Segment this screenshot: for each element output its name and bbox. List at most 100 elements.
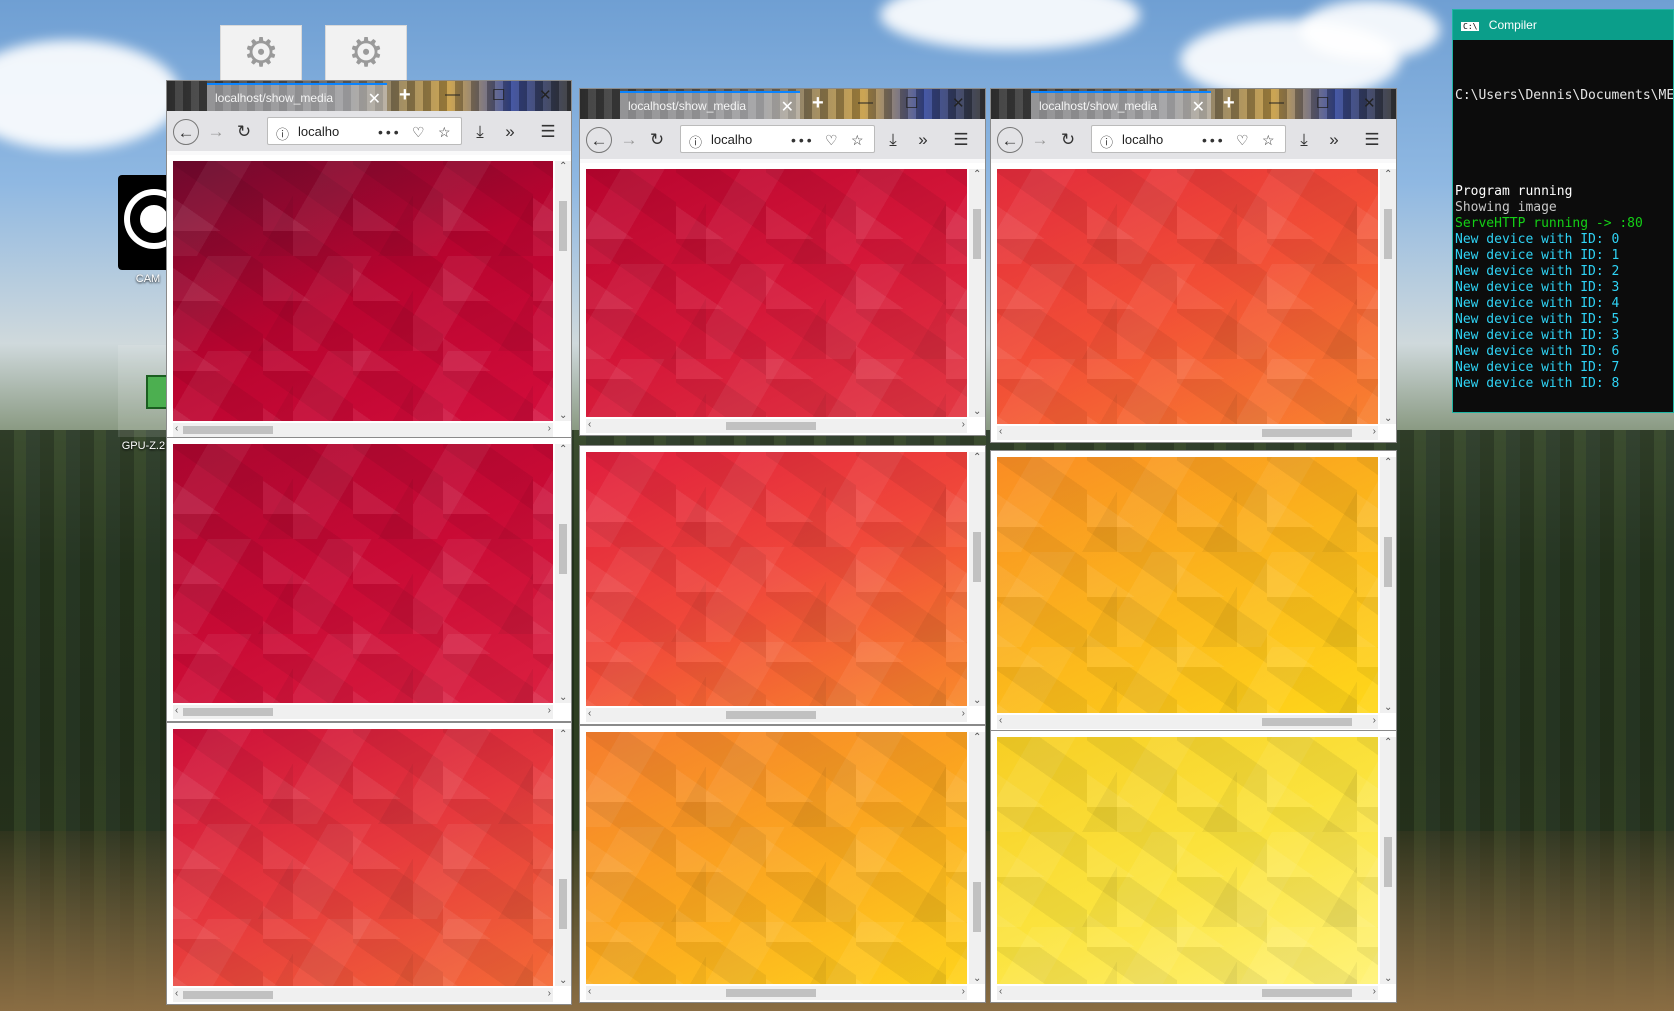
close-window-button[interactable]: ✕ bbox=[952, 94, 965, 112]
menu-icon[interactable]: ☰ bbox=[1359, 127, 1385, 153]
scroll-up-icon[interactable]: ⌃ bbox=[973, 169, 981, 180]
compiler-console-window[interactable]: C:\ Compiler C:\Users\Dennis\Documents\M… bbox=[1452, 9, 1674, 413]
bookmark-star-icon[interactable]: ☆ bbox=[1262, 132, 1278, 149]
maximize-button[interactable]: ☐ bbox=[905, 94, 918, 112]
scroll-down-icon[interactable]: ⌄ bbox=[1384, 973, 1392, 984]
page-content[interactable]: ⌃ ⌄ ‹ › bbox=[167, 155, 571, 439]
horizontal-scrollbar[interactable]: ‹ › bbox=[173, 705, 553, 719]
vertical-scrollbar[interactable]: ⌃ ⌄ bbox=[555, 444, 571, 703]
forward-icon[interactable]: → bbox=[203, 119, 229, 145]
download-icon[interactable]: ⤓ bbox=[467, 119, 493, 145]
horizontal-scrollbar[interactable]: ‹ › bbox=[997, 715, 1378, 729]
menu-icon[interactable]: ☰ bbox=[948, 127, 974, 153]
back-icon[interactable]: ← bbox=[997, 127, 1023, 153]
scroll-down-icon[interactable]: ⌄ bbox=[1384, 702, 1392, 713]
overflow-icon[interactable]: » bbox=[1321, 127, 1347, 153]
page-content[interactable]: ⌃ ⌄ ‹ › bbox=[991, 731, 1396, 1002]
horizontal-scrollbar[interactable]: ‹ › bbox=[997, 426, 1378, 440]
overflow-icon[interactable]: » bbox=[910, 127, 936, 153]
url-bar[interactable]: ⓘ localho ••• ♡ ☆ bbox=[1091, 125, 1286, 153]
scroll-right-icon[interactable]: › bbox=[548, 705, 551, 716]
scroll-left-icon[interactable]: ‹ bbox=[999, 986, 1002, 997]
page-content[interactable]: ⌃ ⌄ ‹ › bbox=[167, 723, 571, 1004]
scroll-up-icon[interactable]: ⌃ bbox=[559, 444, 567, 455]
scroll-left-icon[interactable]: ‹ bbox=[588, 986, 591, 997]
horizontal-scrollbar[interactable]: ‹ › bbox=[586, 986, 967, 1000]
scroll-down-icon[interactable]: ⌄ bbox=[559, 975, 567, 986]
download-icon[interactable]: ⤓ bbox=[880, 127, 906, 153]
forward-icon[interactable]: → bbox=[616, 127, 642, 153]
vertical-scrollbar[interactable]: ⌃ ⌄ bbox=[555, 729, 571, 986]
scroll-right-icon[interactable]: › bbox=[1373, 986, 1376, 997]
scroll-up-icon[interactable]: ⌃ bbox=[559, 161, 567, 172]
reload-icon[interactable]: ↻ bbox=[644, 127, 670, 153]
page-content[interactable]: ⌃ ⌄ ‹ › bbox=[167, 438, 571, 721]
close-tab-icon[interactable]: ✕ bbox=[1192, 97, 1205, 117]
bookmark-star-icon[interactable]: ☆ bbox=[438, 124, 454, 141]
scroll-left-icon[interactable]: ‹ bbox=[999, 426, 1002, 437]
new-tab-button[interactable]: + bbox=[1223, 92, 1235, 115]
page-content[interactable]: ⌃ ⌄ ‹ › bbox=[580, 163, 985, 435]
scroll-right-icon[interactable]: › bbox=[1373, 715, 1376, 726]
browser-window[interactable]: ⌃ ⌄ ‹ › bbox=[579, 725, 986, 1003]
back-icon[interactable]: ← bbox=[586, 127, 612, 153]
scroll-right-icon[interactable]: › bbox=[1373, 426, 1376, 437]
forward-icon[interactable]: → bbox=[1027, 127, 1053, 153]
pocket-icon[interactable]: ♡ bbox=[412, 124, 428, 141]
maximize-button[interactable]: ☐ bbox=[492, 86, 505, 104]
minimize-button[interactable]: — bbox=[1269, 94, 1284, 111]
vertical-scrollbar[interactable]: ⌃ ⌄ bbox=[1380, 737, 1396, 984]
scroll-right-icon[interactable]: › bbox=[962, 419, 965, 430]
browser-window[interactable]: ⌃ ⌄ ‹ › bbox=[166, 722, 572, 1005]
page-content[interactable]: ⌃ ⌄ ‹ › bbox=[991, 163, 1396, 442]
scroll-down-icon[interactable]: ⌄ bbox=[1384, 413, 1392, 424]
browser-titlebar[interactable]: localhost/show_media ✕ + — ☐ ✕ bbox=[167, 81, 571, 111]
horizontal-scrollbar[interactable]: ‹ › bbox=[173, 988, 553, 1002]
vertical-scrollbar[interactable]: ⌃ ⌄ bbox=[969, 169, 985, 417]
browser-titlebar[interactable]: localhost/show_media ✕ + — ☐ ✕ bbox=[580, 89, 985, 119]
browser-tab[interactable]: localhost/show_media ✕ bbox=[207, 83, 387, 111]
settings-shortcut[interactable]: ⚙ bbox=[325, 25, 407, 81]
back-icon[interactable]: ← bbox=[173, 119, 199, 145]
scroll-up-icon[interactable]: ⌃ bbox=[1384, 169, 1392, 180]
scroll-right-icon[interactable]: › bbox=[962, 708, 965, 719]
browser-window[interactable]: localhost/show_media ✕ + — ☐ ✕ ← → ↻ ⓘ l… bbox=[579, 88, 986, 436]
scroll-right-icon[interactable]: › bbox=[548, 988, 551, 999]
scroll-down-icon[interactable]: ⌄ bbox=[559, 410, 567, 421]
scroll-left-icon[interactable]: ‹ bbox=[588, 419, 591, 430]
more-icon[interactable]: ••• bbox=[1202, 132, 1226, 148]
page-content[interactable]: ⌃ ⌄ ‹ › bbox=[580, 446, 985, 724]
pocket-icon[interactable]: ♡ bbox=[1236, 132, 1252, 149]
vertical-scrollbar[interactable]: ⌃ ⌄ bbox=[555, 161, 571, 421]
scroll-left-icon[interactable]: ‹ bbox=[175, 705, 178, 716]
scroll-up-icon[interactable]: ⌃ bbox=[973, 452, 981, 463]
minimize-button[interactable]: — bbox=[858, 94, 873, 111]
url-bar[interactable]: ⓘ localho ••• ♡ ☆ bbox=[680, 125, 875, 153]
settings-shortcut[interactable]: ⚙ bbox=[220, 25, 302, 81]
scroll-right-icon[interactable]: › bbox=[548, 423, 551, 434]
scroll-left-icon[interactable]: ‹ bbox=[175, 988, 178, 999]
scroll-up-icon[interactable]: ⌃ bbox=[1384, 457, 1392, 468]
browser-tab[interactable]: localhost/show_media ✕ bbox=[1031, 91, 1211, 119]
browser-window[interactable]: localhost/show_media ✕ + — ☐ ✕ ← → ↻ ⓘ l… bbox=[166, 80, 572, 440]
scroll-down-icon[interactable]: ⌄ bbox=[973, 973, 981, 984]
scroll-up-icon[interactable]: ⌃ bbox=[973, 732, 981, 743]
minimize-button[interactable]: — bbox=[445, 86, 460, 103]
scroll-left-icon[interactable]: ‹ bbox=[588, 708, 591, 719]
browser-window[interactable]: localhost/show_media ✕ + — ☐ ✕ ← → ↻ ⓘ l… bbox=[990, 88, 1397, 443]
scroll-up-icon[interactable]: ⌃ bbox=[1384, 737, 1392, 748]
maximize-button[interactable]: ☐ bbox=[1316, 94, 1329, 112]
scroll-down-icon[interactable]: ⌄ bbox=[973, 695, 981, 706]
horizontal-scrollbar[interactable]: ‹ › bbox=[586, 708, 967, 722]
scroll-up-icon[interactable]: ⌃ bbox=[559, 729, 567, 740]
browser-window[interactable]: ⌃ ⌄ ‹ › bbox=[579, 445, 986, 725]
reload-icon[interactable]: ↻ bbox=[1055, 127, 1081, 153]
menu-icon[interactable]: ☰ bbox=[535, 119, 561, 145]
more-icon[interactable]: ••• bbox=[791, 132, 815, 148]
horizontal-scrollbar[interactable]: ‹ › bbox=[586, 419, 967, 433]
scroll-left-icon[interactable]: ‹ bbox=[175, 423, 178, 434]
reload-icon[interactable]: ↻ bbox=[231, 119, 257, 145]
console-titlebar[interactable]: C:\ Compiler bbox=[1453, 10, 1673, 40]
browser-window[interactable]: ⌃ ⌄ ‹ › bbox=[166, 437, 572, 722]
horizontal-scrollbar[interactable]: ‹ › bbox=[997, 986, 1378, 1000]
